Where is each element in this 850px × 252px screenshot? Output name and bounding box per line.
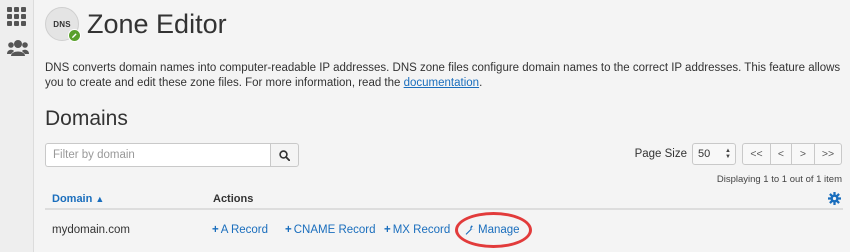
search-button[interactable] xyxy=(270,143,299,167)
documentation-link[interactable]: documentation xyxy=(404,77,479,89)
add-mx-record-link[interactable]: + MX Record xyxy=(384,224,450,236)
page-size-label: Page Size xyxy=(634,148,687,160)
dns-zone-editor-icon: DNS xyxy=(45,7,81,42)
sort-ascending-icon: ▲ xyxy=(95,194,105,204)
page-description: DNS converts domain names into computer-… xyxy=(45,61,845,91)
add-a-record-link[interactable]: + A Record xyxy=(212,224,268,236)
next-page-button[interactable]: > xyxy=(791,143,815,165)
plus-icon: + xyxy=(212,224,219,236)
last-page-button[interactable]: >> xyxy=(814,143,842,165)
left-rail xyxy=(0,0,34,252)
actions-column-header: Actions xyxy=(213,193,254,205)
a-record-label: A Record xyxy=(220,224,269,236)
table-row: mydomain.com + A Record + CNAME Record + MX… xyxy=(45,210,843,248)
domain-cell: mydomain.com xyxy=(52,224,130,236)
mx-record-label: MX Record xyxy=(392,224,451,236)
plus-icon: + xyxy=(285,224,292,236)
pencil-icon xyxy=(68,29,81,42)
plus-icon: + xyxy=(384,224,391,236)
domain-column-label: Domain xyxy=(52,193,93,205)
table-header: Domain ▲ Actions xyxy=(45,188,843,210)
search-icon xyxy=(279,149,290,161)
users-icon[interactable] xyxy=(7,38,29,58)
wrench-icon xyxy=(465,225,475,235)
description-suffix: . xyxy=(479,77,483,89)
prev-page-button[interactable]: < xyxy=(770,143,792,165)
page-title: Zone Editor xyxy=(87,8,227,39)
manage-label: Manage xyxy=(478,224,520,236)
domain-filter xyxy=(45,143,299,167)
select-arrows-icon: ▲ ▼ xyxy=(725,148,731,160)
filter-input[interactable] xyxy=(45,143,270,167)
cname-record-label: CNAME Record xyxy=(293,224,376,236)
page-header: DNS Zone Editor xyxy=(45,4,227,44)
manage-link[interactable]: Manage xyxy=(465,224,520,236)
domains-table: Domain ▲ Actions mydomain.com + A Record… xyxy=(45,188,843,248)
pagination: Page Size 50 ▲ ▼ << < > >> xyxy=(635,143,842,165)
add-cname-record-link[interactable]: + CNAME Record xyxy=(285,224,376,236)
section-title: Domains xyxy=(45,107,128,130)
page-size-select[interactable]: 50 ▲ ▼ xyxy=(692,143,736,165)
results-count: Displaying 1 to 1 out of 1 item xyxy=(716,174,842,185)
domain-column-header[interactable]: Domain ▲ xyxy=(52,193,104,205)
dns-badge-text: DNS xyxy=(53,19,71,29)
first-page-button[interactable]: << xyxy=(742,143,771,165)
page-size-value: 50 xyxy=(698,148,711,160)
gear-icon[interactable] xyxy=(828,192,841,205)
apps-grid-icon[interactable] xyxy=(7,7,27,27)
